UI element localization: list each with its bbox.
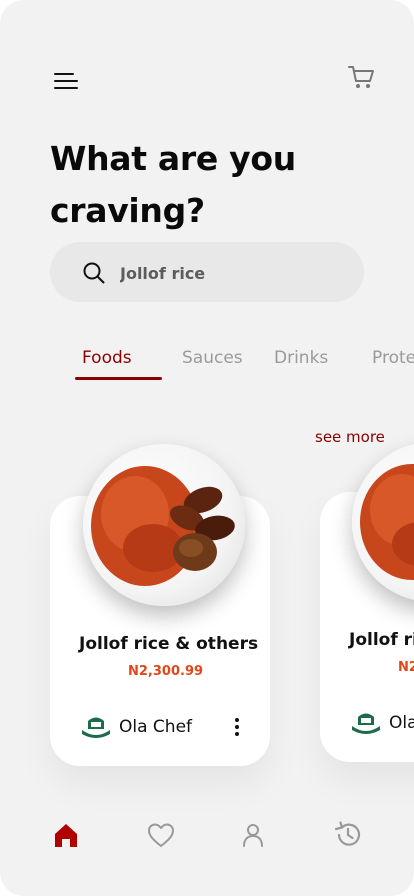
- food-card-price: N2,300.99: [128, 664, 204, 679]
- more-options-icon[interactable]: [227, 715, 247, 739]
- food-card-title: Jollof rice & others: [79, 634, 259, 654]
- active-tab-indicator: [75, 377, 162, 380]
- chef-name: Ola: [389, 713, 414, 733]
- heart-icon[interactable]: [146, 820, 176, 850]
- tab-drinks[interactable]: Drinks: [274, 348, 328, 368]
- food-card-price: N2: [398, 660, 414, 675]
- cart-icon[interactable]: [346, 62, 376, 92]
- chef-name: Ola Chef: [119, 717, 193, 737]
- app-screen: What are you craving? Foods Sauces Drink…: [0, 0, 414, 896]
- category-tabs: Foods Sauces Drinks Prote: [0, 348, 414, 388]
- page-title-line-2: craving?: [50, 191, 205, 230]
- tab-sauces[interactable]: Sauces: [182, 348, 243, 368]
- chef-logo-icon: [352, 713, 380, 734]
- page-title-line-1: What are you: [50, 139, 296, 178]
- tab-foods[interactable]: Foods: [82, 348, 132, 368]
- bottom-navigation: [0, 810, 414, 860]
- jollof-rice-plate-image: [83, 444, 245, 606]
- search-bar[interactable]: [50, 242, 364, 302]
- home-icon[interactable]: [51, 820, 81, 850]
- food-card-title: Jollof ri: [349, 630, 414, 650]
- chef-logo-icon: [82, 717, 110, 738]
- see-more-link[interactable]: see more: [315, 428, 385, 446]
- hamburger-menu-icon[interactable]: [52, 70, 80, 94]
- search-input[interactable]: [118, 256, 342, 290]
- page-title: What are you craving?: [50, 133, 350, 237]
- tab-proteins[interactable]: Prote: [372, 348, 414, 368]
- user-icon[interactable]: [238, 820, 268, 850]
- history-icon[interactable]: [333, 820, 363, 850]
- search-icon[interactable]: [82, 261, 106, 285]
